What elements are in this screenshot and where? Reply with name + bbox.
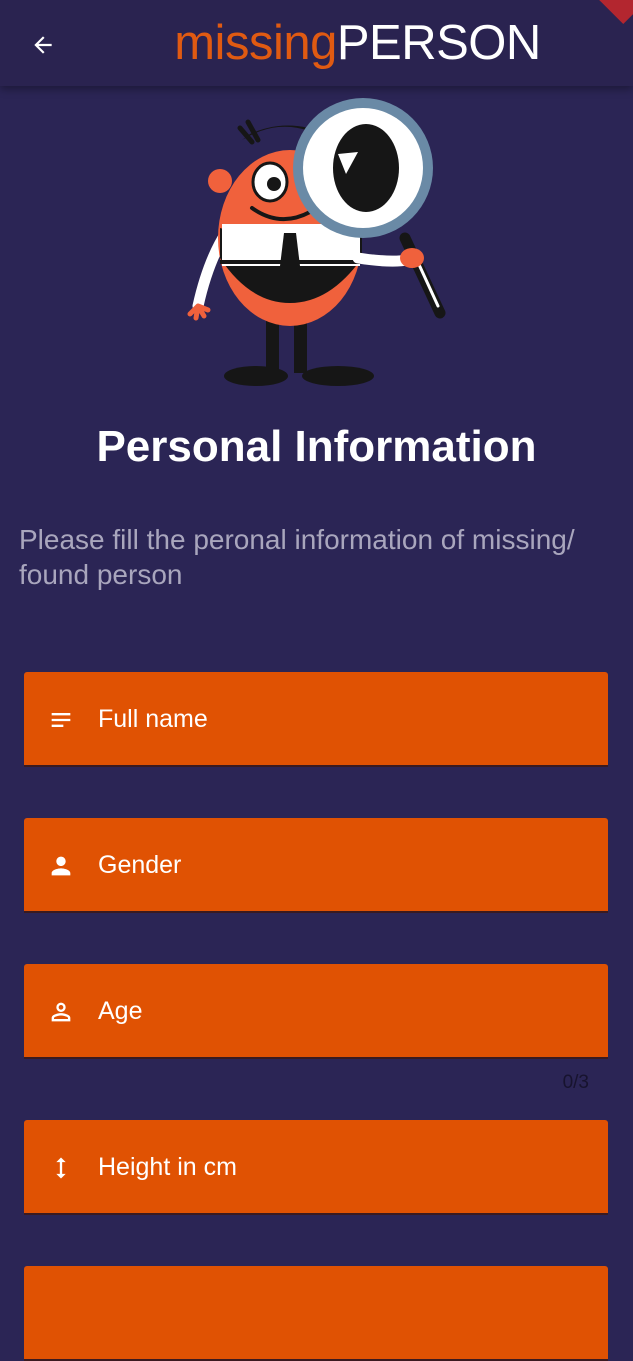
brand-prefix: missing (174, 16, 337, 70)
full-name-field[interactable]: Full name (24, 672, 608, 767)
subject-lines-icon (46, 705, 76, 735)
height-field[interactable]: Height in cm (24, 1120, 608, 1215)
gender-label: Gender (98, 851, 182, 879)
app-bar: missing PERSON (0, 0, 633, 86)
brand-suffix: PERSON (336, 16, 541, 70)
detective-illustration (187, 98, 446, 386)
vertical-arrows-icon (46, 1153, 76, 1183)
full-name-label: Full name (98, 705, 208, 733)
person-filled-icon (46, 851, 76, 881)
app-logo: missing PERSON (0, 0, 633, 86)
height-label: Height in cm (98, 1153, 237, 1181)
gender-field[interactable]: Gender (24, 818, 608, 913)
age-character-counter: 0/3 (562, 1072, 589, 1093)
page-title: Personal Information (96, 422, 537, 471)
age-label: Age (98, 997, 143, 1025)
age-field[interactable]: Age (24, 964, 608, 1059)
next-field-partial[interactable] (24, 1266, 608, 1361)
page-subtitle: Please fill the peronal information of m… (19, 524, 575, 590)
person-outline-icon (46, 997, 76, 1027)
